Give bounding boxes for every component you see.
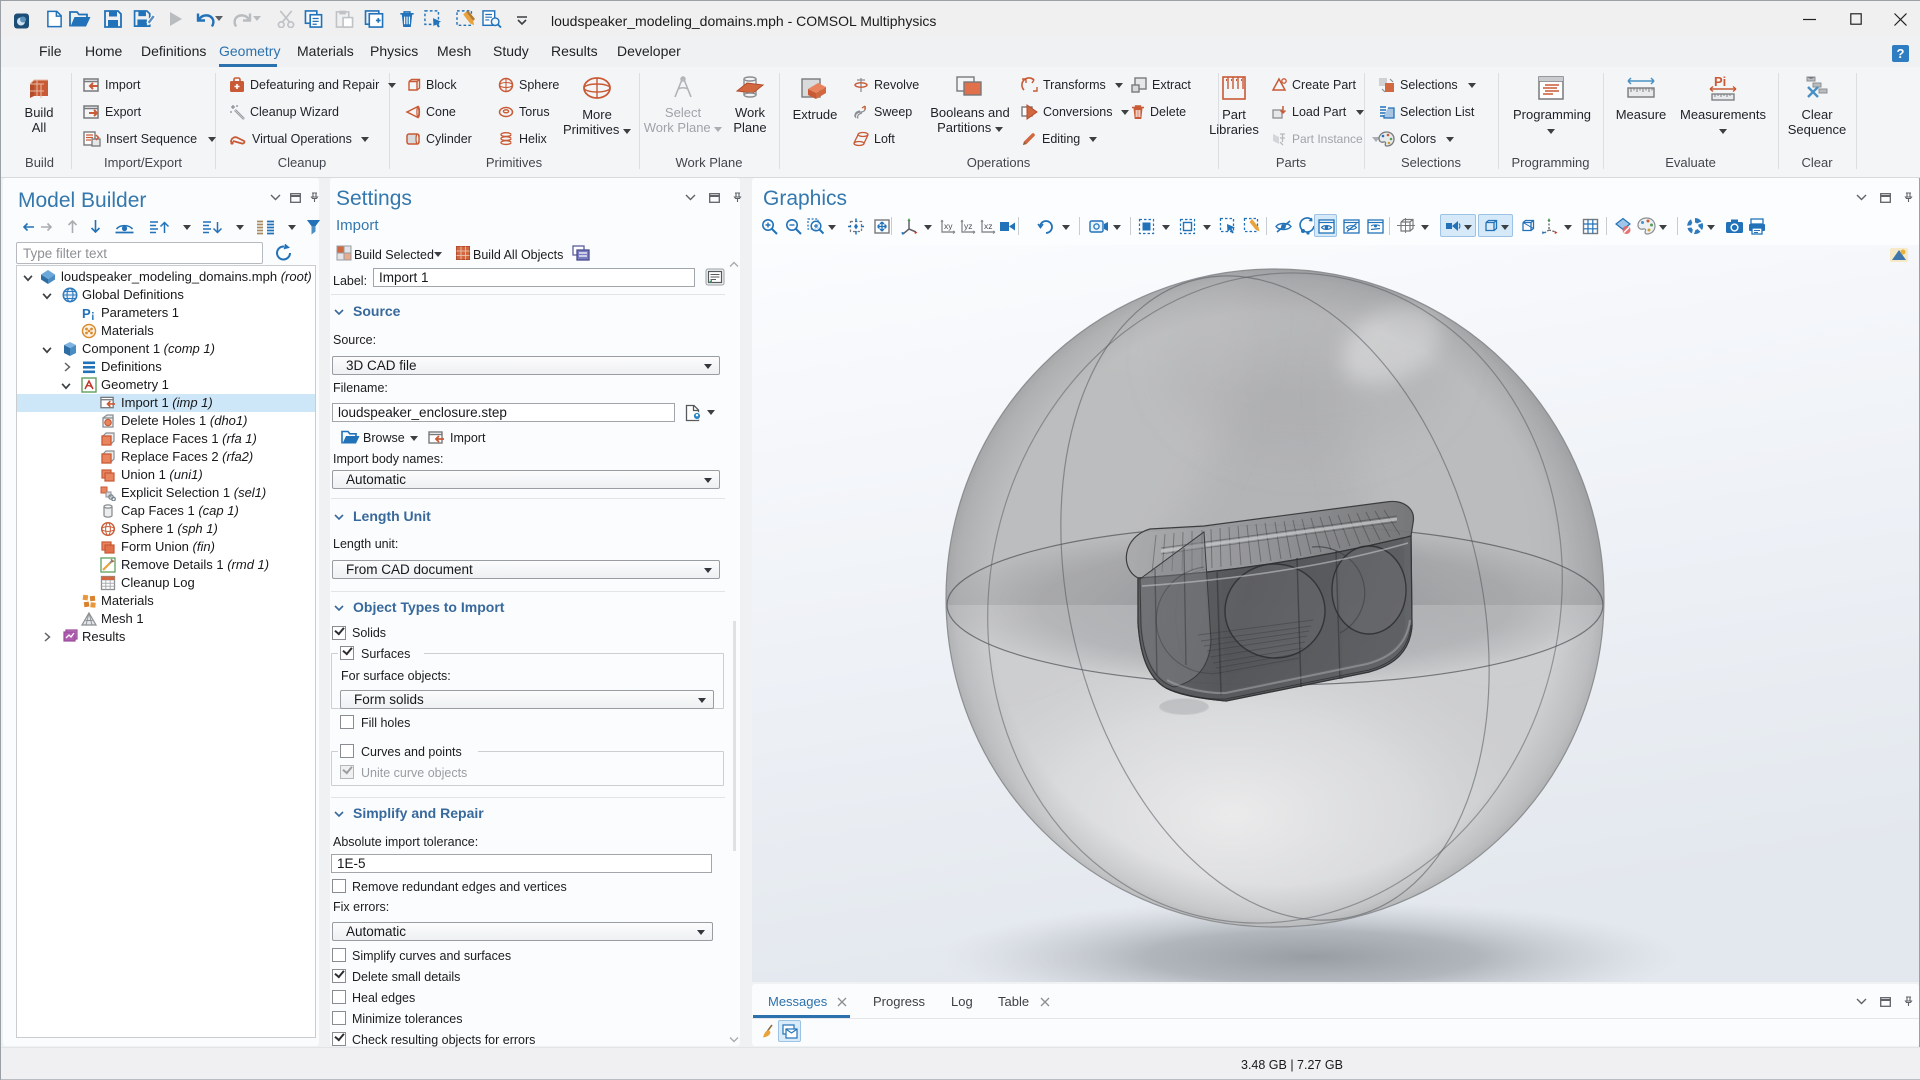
svg-text:Pi: Pi	[1714, 75, 1726, 89]
svg-text:yz: yz	[964, 221, 973, 231]
svg-text:xz: xz	[984, 221, 993, 231]
svg-text:P: P	[82, 306, 91, 321]
svg-text:¡: ¡	[91, 309, 95, 321]
svg-text:xy: xy	[944, 221, 953, 231]
